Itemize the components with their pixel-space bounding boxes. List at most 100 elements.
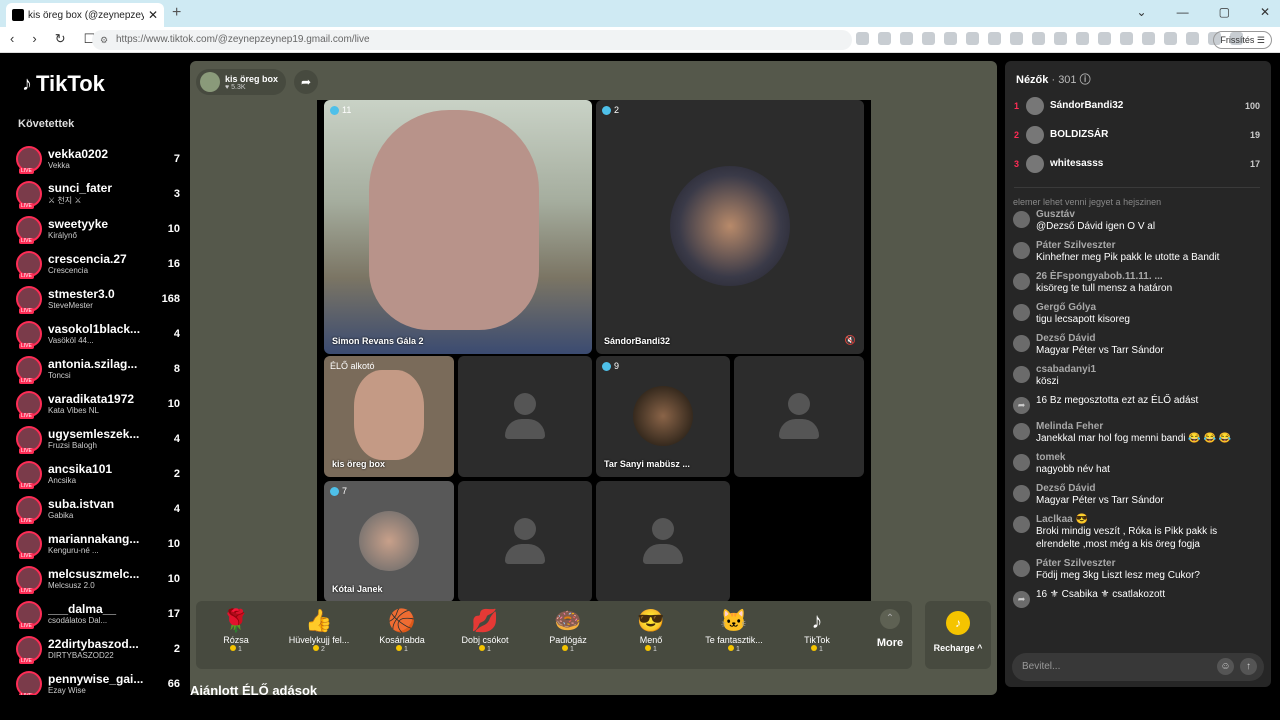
browser-tab[interactable]: kis öreg box (@zeynepzeyne... ✕	[6, 3, 164, 27]
host-avatar[interactable]	[200, 72, 220, 92]
sidebar-following-item[interactable]: LIVE crescencia.27 Crescencia 16	[16, 246, 188, 281]
guest-tile[interactable]: ÉLŐ alkotó kis öreg box	[324, 356, 454, 477]
forward-icon[interactable]: ›	[32, 31, 36, 47]
sidebar-following-item[interactable]: LIVE mariannakang... Kenguru-né ... 10	[16, 526, 188, 561]
chat-message[interactable]: Dezső Dávid Magyar Péter vs Tarr Sándor	[1013, 333, 1263, 357]
extension-icon[interactable]	[1054, 32, 1067, 45]
zoom-icon[interactable]	[878, 32, 891, 45]
sidebar-following-item[interactable]: LIVE vasokol1black... Vasököl 44... 4	[16, 316, 188, 351]
chevron-down-icon[interactable]: ⌄	[1137, 5, 1147, 19]
sidebar-following-item[interactable]: LIVE vekka0202 Vekka 7	[16, 141, 188, 176]
empty-seat[interactable]	[458, 481, 592, 602]
chat-message[interactable]: Gusztáv @Dezső Dávid igen O V al	[1013, 209, 1263, 233]
minimize-icon[interactable]: —	[1177, 5, 1189, 19]
extension-icon[interactable]	[988, 32, 1001, 45]
chat-message[interactable]: tomek nagyobb név hat	[1013, 452, 1263, 476]
emoji-icon[interactable]: ☺	[1217, 658, 1234, 675]
guest-tile[interactable]: 2 SándorBandi32 🔇	[596, 100, 864, 354]
back-icon[interactable]: ‹	[10, 31, 14, 47]
sidebar-following-item[interactable]: LIVE ___dalma__ csodálatos Dal... 17	[16, 596, 188, 631]
following-nickname: Vekka	[48, 161, 70, 170]
gift-item[interactable]: 🏀 Kosárlabda 1	[362, 607, 442, 653]
brave-shield-icon[interactable]	[922, 32, 935, 45]
chat-input[interactable]: Bevitel... ☺ ↑	[1012, 653, 1264, 681]
sidebar-following-item[interactable]: LIVE 22dirtybaszod... DIRTYBASZOD22 2	[16, 631, 188, 666]
extension-icon[interactable]	[1032, 32, 1045, 45]
guest-tile[interactable]: 11 Simon Revans Gála 2	[324, 100, 592, 354]
top-viewer-row[interactable]: 3 whitesasss 17	[1014, 149, 1264, 178]
warning-icon[interactable]	[944, 32, 957, 45]
gift-item[interactable]: 🍩 Padlógáz 1	[528, 607, 608, 653]
sidebar-following-item[interactable]: LIVE varadikata1972 Kata Vibes NL 10	[16, 386, 188, 421]
sidebar-following-item[interactable]: LIVE suba.istvan Gabika 4	[16, 491, 188, 526]
update-button[interactable]: Frissítés ☰	[1213, 31, 1272, 49]
top-viewer-row[interactable]: 2 BOLDIZSÁR 19	[1014, 120, 1264, 149]
live-badge: LIVE	[19, 657, 34, 664]
chat-message[interactable]: csabadanyi1 köszi	[1013, 364, 1263, 388]
info-icon[interactable]: ⓘ	[1080, 74, 1091, 86]
share-icon[interactable]	[900, 32, 913, 45]
live-stage-panel: kis öreg box ♥ 5.3K ➦ 11 Simon Revans Gá…	[190, 61, 997, 695]
extension-icon[interactable]	[856, 32, 869, 45]
sidebar-following-item[interactable]: LIVE pennywise_gai...Ezay Wise 66	[16, 666, 188, 695]
send-icon[interactable]: ↑	[1240, 658, 1257, 675]
extensions-puzzle-icon[interactable]	[1120, 32, 1133, 45]
chat-message[interactable]: ➦ 16 Bz megosztotta ezt az ÉLŐ adást	[1013, 395, 1263, 414]
extension-icon[interactable]	[1076, 32, 1089, 45]
live-badge: LIVE	[19, 447, 34, 454]
chat-message[interactable]: Dezső Dávid Magyar Péter vs Tarr Sándor	[1013, 483, 1263, 507]
maximize-icon[interactable]: ▢	[1219, 5, 1230, 19]
gift-item[interactable]: 🐱 Te fantasztik... 1	[694, 607, 774, 653]
sidebar-following-item[interactable]: LIVE sunci_fater ⚔ 천지 ⚔ 3	[16, 176, 188, 211]
more-gifts-button[interactable]: ⌃ More	[868, 609, 912, 649]
guest-tile[interactable]: 9 Tar Sanyi mabüsz ...	[596, 356, 730, 477]
chat-username: Páter Szilveszter	[1036, 558, 1116, 569]
gift-item[interactable]: 👍 Hüvelykujj fel... 2	[279, 607, 359, 653]
sidebar-following-item[interactable]: LIVE melcsuszmelc... Melcsusz 2.0 10	[16, 561, 188, 596]
gift-item[interactable]: 😎 Menő 1	[611, 607, 691, 653]
host-info[interactable]: kis öreg box ♥ 5.3K	[196, 69, 286, 95]
media-icon[interactable]	[1142, 32, 1155, 45]
empty-seat[interactable]	[458, 356, 592, 477]
chat-message[interactable]: Gergő Gólya tigu lecsapott kisoreg	[1013, 302, 1263, 326]
close-window-icon[interactable]: ✕	[1260, 5, 1270, 19]
sidebar-following-item[interactable]: LIVE ancsika101 Ancsika 2	[16, 456, 188, 491]
chat-message[interactable]: 26 ÈFspongyabob.11.11. ... kisöreg te tul…	[1013, 271, 1263, 295]
recharge-button[interactable]: ♪ Recharge ^	[925, 601, 991, 669]
tiktok-logo[interactable]: ♪ TikTok	[22, 71, 105, 97]
avatar	[1013, 516, 1030, 533]
viewers-heading[interactable]: Nézők · 301 ⓘ	[1016, 71, 1091, 87]
following-nickname: Vasököl 44...	[48, 336, 94, 345]
gift-item[interactable]: 💋 Dobj csókot 1	[445, 607, 525, 653]
chat-message[interactable]: Páter Szilveszter Kinhefner meg Pik pakk …	[1013, 240, 1263, 264]
sidebar-following-item[interactable]: LIVE stmester3.0 SteveMester 168	[16, 281, 188, 316]
extension-icon[interactable]	[1010, 32, 1023, 45]
reload-icon[interactable]: ↻	[55, 31, 66, 47]
translate-icon[interactable]	[966, 32, 979, 45]
url-field[interactable]: ⚙ https://www.tiktok.com/@zeynepzeynep19…	[92, 30, 852, 50]
share-button[interactable]: ➦	[294, 70, 318, 94]
gift-item[interactable]: 🌹 Rózsa 1	[196, 607, 276, 653]
chat-message[interactable]: Melinda Feher Janekkal mar hol fog menni …	[1013, 421, 1263, 445]
new-tab-button[interactable]: +	[172, 4, 181, 22]
sidebar-following-item[interactable]: LIVE antonia.szilag... Toncsi 8	[16, 351, 188, 386]
following-nickname: Toncsi	[48, 371, 71, 380]
gift-item[interactable]: ♪ TikTok 1	[777, 607, 857, 653]
guest-tile[interactable]: 7 Kótai Janek	[324, 481, 454, 602]
chat-body: 26 ÈFspongyabob.11.11. ... kisöreg te tul…	[1036, 271, 1263, 295]
extension-icon[interactable]	[1098, 32, 1111, 45]
empty-seat[interactable]	[596, 481, 730, 602]
chat-message[interactable]: Páter Szilveszter Födij meg 3kg Liszt les…	[1013, 558, 1263, 582]
top-viewer-row[interactable]: 1 SándorBandi32 100	[1014, 91, 1264, 120]
update-label: Frissítés	[1220, 35, 1255, 45]
chat-message[interactable]: ➦ 16 ⚜ Csabika ⚜ csatlakozott	[1013, 589, 1263, 608]
reading-list-icon[interactable]	[1186, 32, 1199, 45]
sidebar-icon[interactable]	[1164, 32, 1177, 45]
sidebar-following-item[interactable]: LIVE ugysemleszek... Fruzsi Balogh 4	[16, 421, 188, 456]
chat-message[interactable]: Laclkaa 😎 Broki mindig veszít , Róka is P…	[1013, 514, 1263, 551]
sidebar-following-item[interactable]: LIVE sweetyyke Királynő 10	[16, 211, 188, 246]
empty-seat[interactable]	[734, 356, 864, 477]
site-info-icon[interactable]: ⚙	[100, 30, 108, 50]
avatar	[1013, 211, 1030, 228]
close-tab-icon[interactable]: ✕	[148, 8, 158, 22]
